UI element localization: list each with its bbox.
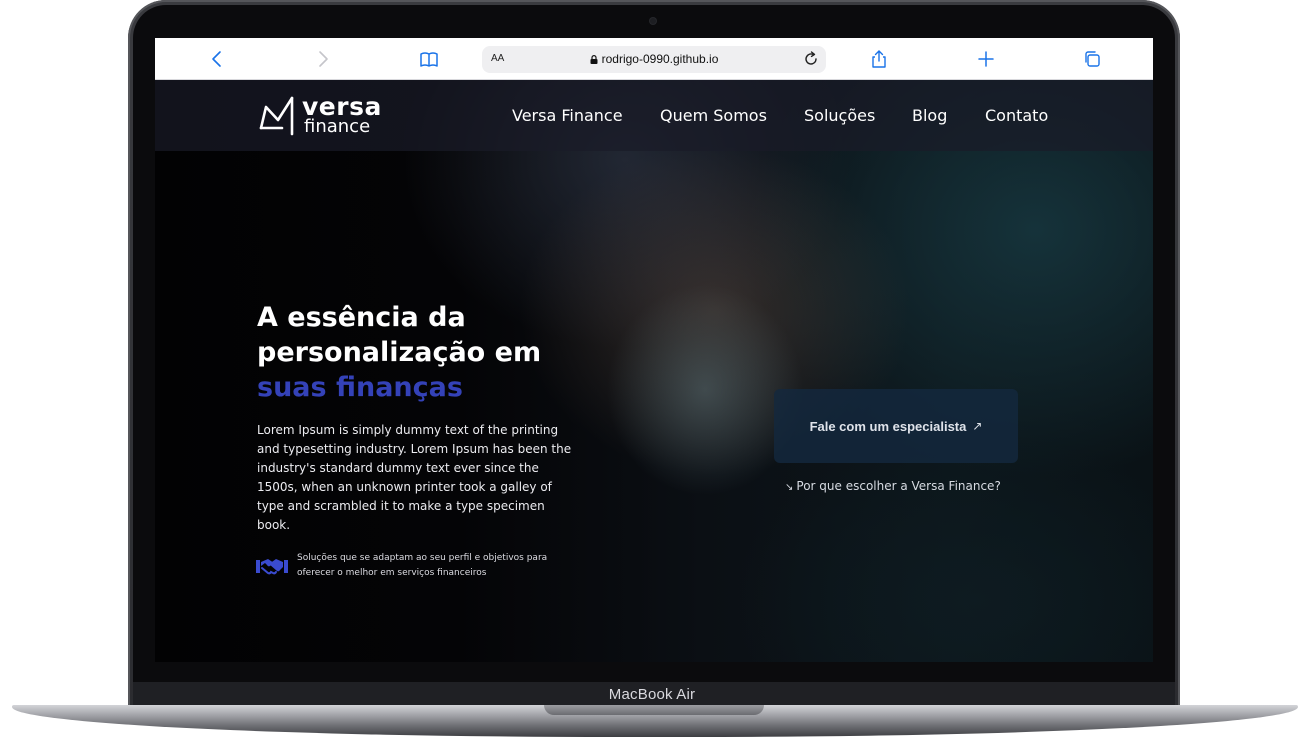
nav-item-contato[interactable]: Contato <box>985 106 1048 125</box>
nav-item-solucoes[interactable]: Soluções <box>804 106 875 125</box>
hero-title: A essência da personalização em suas fin… <box>257 300 587 405</box>
site-navbar: versa finance Versa Finance Quem Somos S… <box>155 80 1153 151</box>
share-button[interactable] <box>867 47 891 71</box>
camera-icon <box>650 18 656 24</box>
laptop-notch <box>544 705 764 715</box>
reload-icon[interactable] <box>802 50 820 68</box>
share-icon <box>872 50 886 68</box>
why-choose-link[interactable]: ↘ Por que escolher a Versa Finance? <box>785 479 1001 493</box>
why-choose-label: Por que escolher a Versa Finance? <box>796 479 1001 493</box>
arrow-down-right-icon: ↘ <box>785 482 794 493</box>
plus-icon <box>978 51 994 67</box>
hero-title-accent: suas finanças <box>257 372 463 403</box>
browser-toolbar: AA rodrigo-0990.github.io <box>155 38 1153 80</box>
tabs-icon <box>1085 51 1100 67</box>
chevron-left-icon <box>212 51 221 67</box>
feature-text: Soluções que se adaptam ao seu perfil e … <box>297 553 548 578</box>
address-bar[interactable]: AA rodrigo-0990.github.io <box>482 46 826 73</box>
cta-label: Fale com um especialista <box>809 418 967 434</box>
hero-description: Lorem Ipsum is simply dummy text of the … <box>257 423 572 532</box>
device-label: MacBook Air <box>608 686 696 703</box>
back-button[interactable] <box>205 47 229 71</box>
url-display[interactable]: rodrigo-0990.github.io <box>482 52 826 66</box>
logo-word-finance: finance <box>304 116 371 137</box>
nav-item-versa-finance[interactable]: Versa Finance <box>512 106 623 125</box>
nav-item-quem-somos[interactable]: Quem Somos <box>660 106 767 125</box>
url-text: rodrigo-0990.github.io <box>601 52 719 66</box>
site-logo[interactable]: versa finance <box>258 92 388 138</box>
lock-icon <box>590 55 598 64</box>
bookmarks-button[interactable] <box>417 47 441 71</box>
nav-item-blog[interactable]: Blog <box>912 106 947 125</box>
chevron-right-icon <box>319 51 328 67</box>
book-icon <box>420 52 438 67</box>
arrow-up-right-icon: ↗ <box>972 419 983 433</box>
handshake-icon <box>256 559 288 575</box>
logo-mark-icon <box>259 96 294 136</box>
tabs-button[interactable] <box>1080 47 1104 71</box>
contact-specialist-button[interactable]: Fale com um especialista ↗ <box>774 389 1018 463</box>
hero-title-line2: personalização em <box>257 337 542 368</box>
new-tab-button[interactable] <box>974 47 998 71</box>
forward-button[interactable] <box>311 47 335 71</box>
hero-title-line1: A essência da <box>257 302 466 333</box>
feature-note: Soluções que se adaptam ao seu perfil e … <box>256 551 576 581</box>
website-page: versa finance Versa Finance Quem Somos S… <box>155 80 1153 662</box>
browser-screen: AA rodrigo-0990.github.io versa finance <box>155 38 1153 662</box>
